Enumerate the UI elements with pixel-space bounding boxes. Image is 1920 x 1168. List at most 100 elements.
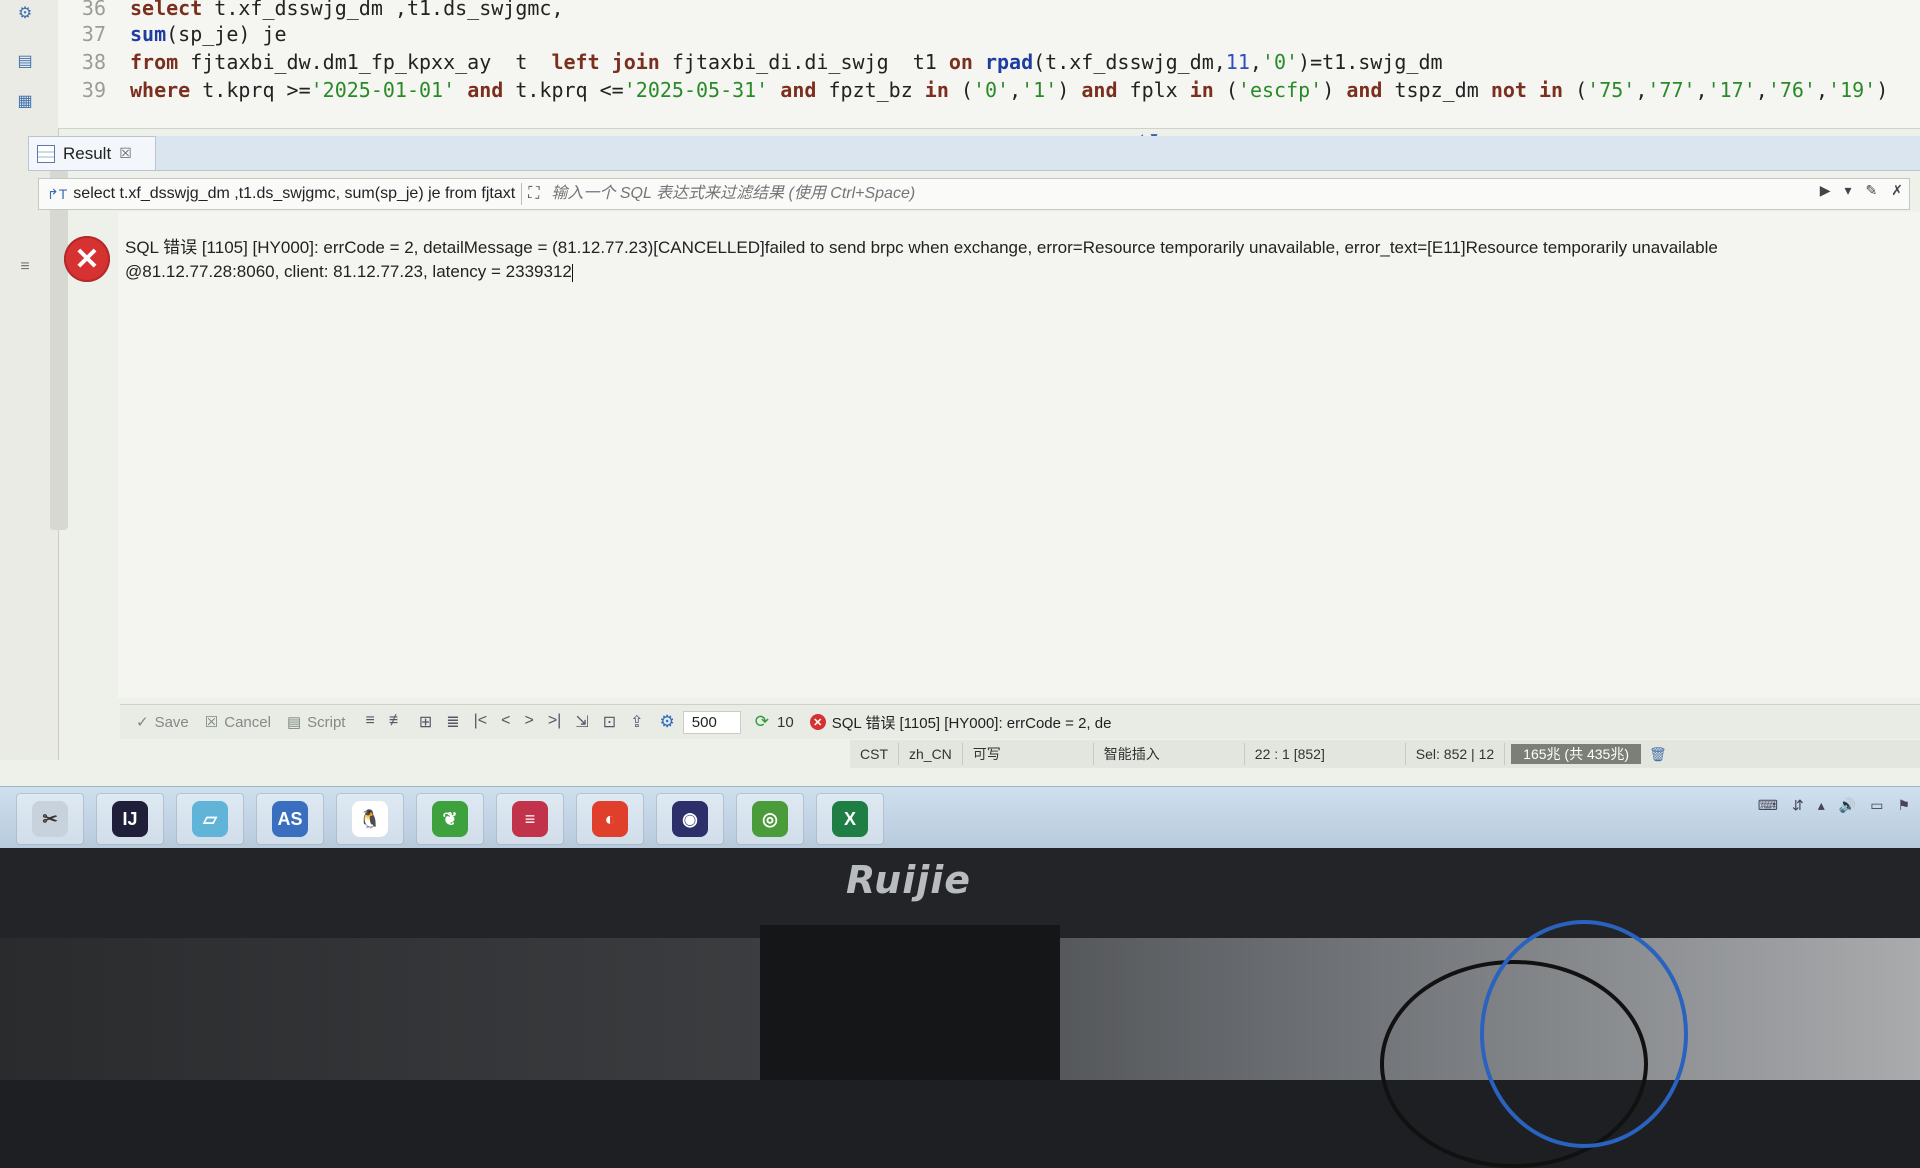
code-token: , <box>1755 78 1768 102</box>
code-line[interactable]: 37 sum (sp_je) je <box>58 20 287 48</box>
row-count: 10 <box>777 713 794 731</box>
code-token: '76' <box>1767 78 1816 102</box>
database-icon: ≡ <box>512 801 548 837</box>
error-message[interactable]: SQL 错误 [1105] [HY000]: errCode = 2, deta… <box>125 236 1805 284</box>
delete-row-icon[interactable]: ≣ <box>446 712 459 732</box>
swift-icon: ◐ <box>592 801 628 837</box>
filter-input[interactable] <box>549 184 1454 204</box>
code-token: ( <box>1213 78 1238 102</box>
selection-status: Sel: 852 | 12 <box>1406 743 1506 765</box>
clear-filter-icon[interactable]: ✗ <box>1891 182 1903 199</box>
taskbar-item-excel-app[interactable]: X <box>816 793 884 845</box>
chevron-up-icon[interactable]: ▴ <box>1818 797 1825 814</box>
fetch-size-field[interactable]: 500 <box>682 710 741 734</box>
code-token: , <box>1635 78 1648 102</box>
locale-status: zh_CN <box>899 743 963 765</box>
next-page-icon[interactable]: > <box>524 712 533 732</box>
status-error[interactable]: ✕ SQL 错误 [1105] [HY000]: errCode = 2, de <box>809 712 1111 733</box>
code-token: sum <box>130 22 167 46</box>
network-icon[interactable]: ⇵ <box>1792 797 1804 814</box>
close-icon[interactable]: ☒ <box>119 145 132 162</box>
flag-icon[interactable]: ⚑ <box>1897 797 1910 814</box>
save-button[interactable]: ✓ Save <box>136 713 189 732</box>
taskbar-item-wechat-work-app[interactable]: ◎ <box>736 793 804 845</box>
intellij-icon: IJ <box>112 801 148 837</box>
line-number: 38 <box>81 50 106 74</box>
first-page-icon[interactable]: |< <box>474 712 488 732</box>
code-token: '1' <box>1021 78 1058 102</box>
code-token: '2025-05-31' <box>623 78 769 102</box>
volume-icon[interactable]: 🔊 <box>1839 797 1856 814</box>
trash-icon[interactable]: 🗑 <box>1649 746 1667 763</box>
taskbar: ✂ IJ ▱ AS 🐧 ❦ ≡ ◐ ◉ ◎ X ⌨ ⇵ ▴ 🔊 ▭ ⚑ <box>0 786 1920 848</box>
cancel-icon: ☒ <box>204 714 219 731</box>
eraser-icon[interactable]: ✎ <box>1866 182 1878 199</box>
settings-gear-icon[interactable]: ⚙ <box>660 712 675 732</box>
scissors-icon: ✂ <box>32 801 68 837</box>
refresh-icon[interactable]: ⟳ <box>755 712 769 732</box>
apply-filter-icon[interactable]: ▶ <box>1820 182 1831 199</box>
document-run-icon[interactable]: ▦ <box>14 90 36 112</box>
code-token: '0' <box>972 78 1010 102</box>
executed-query-text: select t.xf_dsswjg_dm ,t1.ds_swjgmc, sum… <box>73 185 516 202</box>
chevron-down-icon[interactable]: ▾ <box>1845 182 1852 199</box>
cable <box>1480 920 1688 1148</box>
memory-status[interactable]: 165兆 (共 435兆) <box>1511 744 1641 764</box>
code-line[interactable]: 39 where t.kprq >= '2025-01-01' and t.kprq… <box>58 76 1888 104</box>
menu-icon[interactable]: ≡ <box>14 256 36 278</box>
code-token: not in <box>1490 78 1564 102</box>
tab-result[interactable]: Result ☒ <box>28 136 156 170</box>
leaf-icon: ❦ <box>432 801 468 837</box>
taskbar-item-database-app[interactable]: ≡ <box>496 793 564 845</box>
taskbar-item-leaf-app[interactable]: ❦ <box>416 793 484 845</box>
code-token: and <box>467 78 504 102</box>
cancel-button-label: Cancel <box>224 713 271 731</box>
copy-row-icon[interactable]: ⊞ <box>419 712 432 732</box>
taskbar-item-swift-app[interactable]: ◐ <box>576 793 644 845</box>
code-line[interactable]: 38 from fjtaxbi_dw.dm1_fp_kpxx_ay t left … <box>58 48 1443 76</box>
code-token: , <box>1815 78 1829 102</box>
code-token: in <box>924 78 949 102</box>
cancel-button[interactable]: ☒ Cancel <box>204 713 271 732</box>
grid-icon <box>37 144 55 163</box>
line-number: 37 <box>81 22 106 46</box>
error-icon: ✕ <box>64 236 110 282</box>
code-token: select <box>130 0 203 20</box>
wechat-work-icon: ◎ <box>752 801 788 837</box>
script-button[interactable]: ▤ Script <box>287 713 346 732</box>
script-button-label: Script <box>307 713 346 731</box>
export-icon[interactable]: ⇪ <box>630 712 643 732</box>
fetch-next-icon[interactable]: ⇲ <box>575 712 588 732</box>
code-token: 11 <box>1225 50 1250 74</box>
error-message-line-2: @81.12.77.28:8060, client: 81.12.77.23, … <box>125 260 1805 284</box>
taskbar-item-eclipse-app[interactable]: ◉ <box>656 793 724 845</box>
code-token: t.kprq >= <box>190 78 311 102</box>
fetch-all-icon[interactable]: ⊡ <box>603 712 616 732</box>
status-bar: CST zh_CN 可写 智能插入 22 : 1 [852] Sel: 852 … <box>850 740 1920 768</box>
taskbar-item-scissors-app[interactable]: ✂ <box>16 793 84 845</box>
taskbar-item-navicat-app[interactable]: 🐧 <box>336 793 404 845</box>
record-nav-icons: ≡ ≢ ⊞ ≣ |< < > >| ⇲ ⊡ ⇪ <box>365 712 643 732</box>
add-row-icon[interactable]: ≢ <box>389 712 405 732</box>
last-page-icon[interactable]: >| <box>548 712 562 732</box>
expand-icon[interactable]: ⛶ <box>528 185 539 203</box>
prev-page-icon[interactable]: < <box>501 712 510 732</box>
code-token: ) <box>1057 78 1082 102</box>
edit-row-icon[interactable]: ≡ <box>365 712 374 732</box>
taskbar-item-intellij-app[interactable]: IJ <box>96 793 164 845</box>
gear-icon[interactable]: ⚙ <box>14 2 36 24</box>
document-icon[interactable]: ▤ <box>14 50 36 72</box>
taskbar-item-studio-app[interactable]: AS <box>256 793 324 845</box>
keyboard-icon[interactable]: ⌨ <box>1758 797 1778 814</box>
code-line[interactable]: 36 select t.xf_dsswjg_dm ,t1.ds_swjgmc, <box>58 0 564 22</box>
insert-mode-status: 智能插入 <box>1094 743 1245 765</box>
navicat-icon: 🐧 <box>352 801 388 837</box>
filter-controls: ▶ ▾ ✎ ✗ <box>1820 182 1903 199</box>
taskbar-item-files-app[interactable]: ▱ <box>176 793 244 845</box>
monitor-icon[interactable]: ▭ <box>1870 797 1883 814</box>
write-mode-status: 可写 <box>963 743 1094 765</box>
system-tray: ⌨ ⇵ ▴ 🔊 ▭ ⚑ <box>1758 797 1910 814</box>
code-token: ) <box>1876 78 1889 102</box>
sql-editor[interactable]: 36 select t.xf_dsswjg_dm ,t1.ds_swjgmc, 37… <box>58 0 1920 129</box>
